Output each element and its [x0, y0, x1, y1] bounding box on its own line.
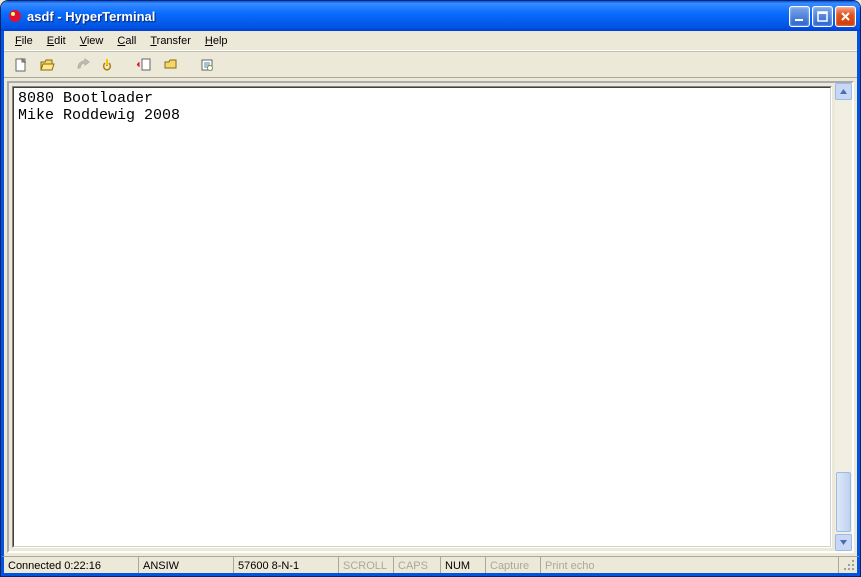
- receive-button[interactable]: [160, 54, 182, 76]
- status-capture: Capture: [486, 557, 541, 573]
- vertical-scrollbar[interactable]: [835, 83, 852, 551]
- terminal-output[interactable]: 8080 Bootloader Mike Roddewig 2008: [13, 87, 831, 547]
- status-scroll: SCROLL: [339, 557, 394, 573]
- minimize-button[interactable]: [789, 6, 810, 27]
- menu-edit[interactable]: Edit: [40, 34, 73, 48]
- new-file-icon: [13, 57, 29, 73]
- menu-call[interactable]: Call: [110, 34, 143, 48]
- menu-help[interactable]: Help: [198, 34, 235, 48]
- status-printecho: Print echo: [541, 557, 839, 573]
- terminal-container: 8080 Bootloader Mike Roddewig 2008: [7, 81, 854, 553]
- status-emulation: ANSIW: [139, 557, 234, 573]
- scroll-track[interactable]: [835, 100, 852, 534]
- send-button[interactable]: [134, 54, 156, 76]
- app-icon: [7, 8, 23, 24]
- properties-icon: [199, 57, 215, 73]
- statusbar: Connected 0:22:16 ANSIW 57600 8-N-1 SCRO…: [1, 556, 860, 576]
- close-button[interactable]: [835, 6, 856, 27]
- connect-button[interactable]: [72, 54, 94, 76]
- send-icon: [137, 57, 153, 73]
- open-button[interactable]: [36, 54, 58, 76]
- disconnect-icon: [101, 57, 117, 73]
- properties-button[interactable]: [196, 54, 218, 76]
- maximize-button[interactable]: [812, 6, 833, 27]
- menu-file[interactable]: File: [8, 34, 40, 48]
- disconnect-button[interactable]: [98, 54, 120, 76]
- new-button[interactable]: [10, 54, 32, 76]
- status-caps: CAPS: [394, 557, 441, 573]
- titlebar[interactable]: asdf - HyperTerminal: [1, 1, 860, 31]
- menu-transfer[interactable]: Transfer: [143, 34, 198, 48]
- scroll-up-button[interactable]: [835, 83, 852, 100]
- menubar: File Edit View Call Transfer Help: [4, 31, 857, 51]
- scroll-thumb[interactable]: [836, 472, 851, 532]
- toolbar: [4, 51, 857, 78]
- menu-view[interactable]: View: [73, 34, 111, 48]
- application-window: asdf - HyperTerminal File Edit View Call…: [0, 0, 861, 577]
- window-title: asdf - HyperTerminal: [27, 9, 155, 24]
- connect-icon: [75, 57, 91, 73]
- status-port: 57600 8-N-1: [234, 557, 339, 573]
- resize-grip[interactable]: [839, 557, 857, 573]
- client-area: File Edit View Call Transfer Help: [1, 31, 860, 556]
- status-num: NUM: [441, 557, 486, 573]
- open-file-icon: [39, 57, 55, 73]
- receive-icon: [163, 57, 179, 73]
- scroll-down-button[interactable]: [835, 534, 852, 551]
- status-connected: Connected 0:22:16: [4, 557, 139, 573]
